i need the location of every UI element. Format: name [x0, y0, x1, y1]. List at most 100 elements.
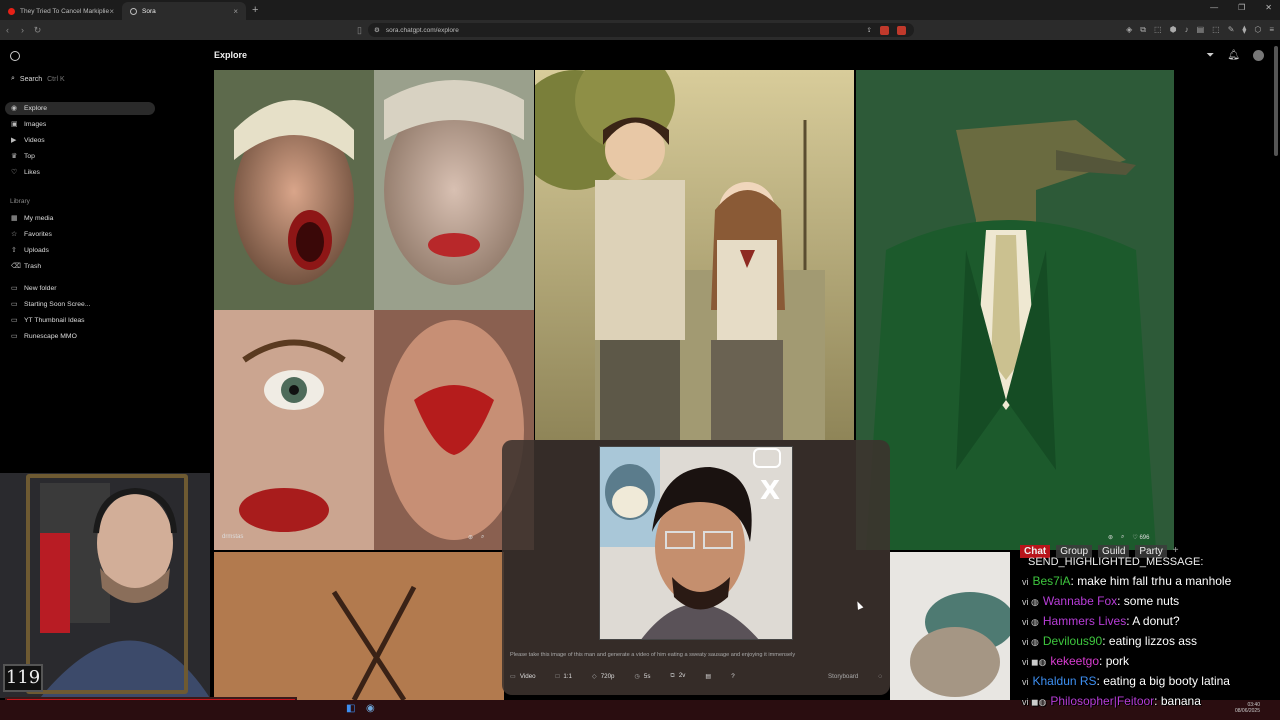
brave-rewards-icon[interactable]	[897, 25, 906, 35]
extension-icon[interactable]: ⧉	[1140, 25, 1146, 35]
sidebar-item-my-media[interactable]: ▦ My media	[5, 212, 155, 225]
extension-icon[interactable]: ⬢	[1170, 25, 1177, 35]
chat-message: vi ◍ Hammers Lives: A donut?	[1022, 614, 1180, 628]
extension-icon[interactable]: ◈	[1126, 25, 1132, 35]
close-window-icon[interactable]: ✕	[1265, 3, 1272, 12]
reload-icon[interactable]: ↻	[30, 25, 45, 36]
sidebar-item-top[interactable]: ♛ Top	[5, 150, 155, 163]
media-tile-faces[interactable]: drmstas ⊛ ⌕	[214, 70, 534, 550]
tab-label: They Tried To Cancel Markiplier... It B	[20, 7, 110, 15]
help-button[interactable]: ?	[731, 673, 734, 680]
chat-prefix-icon: vi	[1022, 577, 1029, 587]
zoom-icon[interactable]: ⌕	[1121, 534, 1124, 541]
chat-username: Wannabe Fox	[1042, 594, 1118, 608]
sidebar-item-uploads[interactable]: ⇧ Uploads	[5, 244, 155, 257]
aspect-selector[interactable]: □ 1:1	[556, 673, 572, 680]
chat-username: Devilous90	[1042, 634, 1103, 648]
extension-icon[interactable]: ✎	[1228, 25, 1235, 35]
sora-logo-icon[interactable]	[10, 51, 20, 61]
new-tab-icon[interactable]: +	[252, 4, 258, 16]
chat-username: kekeetgo	[1050, 654, 1100, 668]
like-button[interactable]: ♡ 696	[1132, 534, 1149, 541]
resolution-selector[interactable]: ◇ 720p	[592, 673, 615, 680]
remix-icon[interactable]: ⊛	[468, 534, 473, 541]
cat-hat-image	[890, 552, 1010, 700]
site-info-icon[interactable]: ⚙	[374, 26, 380, 34]
folder-plus-icon: ▭	[11, 285, 18, 292]
clock-icon: ◷	[634, 672, 640, 680]
zoom-icon[interactable]: ⌕	[481, 534, 484, 541]
sidebar-item-folder[interactable]: ▭ Runescape MMO	[5, 330, 155, 343]
sidebar-item-folder[interactable]: ▭ YT Thumbnail Ideas	[5, 314, 155, 327]
chat-text: A donut?	[1132, 614, 1180, 628]
user-avatar[interactable]	[1253, 50, 1264, 61]
bookmark-icon[interactable]: ▯	[352, 25, 367, 36]
media-tile-cat[interactable]	[890, 552, 1010, 700]
level-badge: 119	[3, 664, 43, 692]
sidebar-item-trash[interactable]: ⌫ Trash	[5, 260, 155, 273]
chat-username: Hammers Lives	[1042, 614, 1127, 628]
close-tab-icon[interactable]: ×	[233, 7, 238, 16]
variations-selector[interactable]: ⧉ 2v	[670, 672, 685, 680]
browser-tab-sora[interactable]: Sora ×	[122, 2, 246, 20]
variations-icon: ⧉	[670, 672, 675, 679]
anime-couple-image	[535, 70, 854, 440]
heart-icon: ♡	[11, 169, 18, 176]
media-tile-crocodile[interactable]: ⊛ ⌕ ♡ 696	[856, 70, 1174, 550]
filter-icon[interactable]: ⏷	[1206, 50, 1214, 61]
tile-author[interactable]: drmstas	[222, 534, 243, 540]
chat-prefix-icon: vi	[1022, 677, 1029, 687]
chat-username: Philosopher|Feitoor	[1050, 694, 1155, 708]
storyboard-button[interactable]: Storyboard	[828, 673, 858, 680]
top-right-actions: ⏷ 🔔︎	[1206, 50, 1264, 61]
folder-icon: ▭	[11, 301, 18, 308]
webcam-frame	[26, 474, 188, 694]
sidebar-item-folder[interactable]: ▭ Starting Soon Scree...	[5, 298, 155, 311]
sidebar-toggle-icon[interactable]: ▤	[1197, 25, 1205, 35]
sidebar-item-new-folder[interactable]: ▭ New folder	[5, 282, 155, 295]
url-field[interactable]: ⚙ sora.chatgpt.com/explore ⇪	[368, 23, 914, 37]
sidebar-item-favorites[interactable]: ☆ Favorites	[5, 228, 155, 241]
search-button[interactable]: ⌕ Search Ctrl K	[11, 75, 65, 83]
forward-icon[interactable]: ›	[15, 25, 30, 35]
media-tile-anime[interactable]	[535, 70, 854, 440]
prompt-text[interactable]: Please take this image of this man and g…	[510, 652, 795, 658]
browser-tab-youtube[interactable]: They Tried To Cancel Markiplier... It B …	[0, 2, 122, 20]
chat-text: banana	[1160, 694, 1201, 708]
taskbar-browser-icon[interactable]: ◉	[366, 703, 375, 714]
remix-icon[interactable]: ⊛	[1108, 534, 1113, 541]
type-selector[interactable]: ▭ Video	[510, 673, 536, 680]
aspect-label: 1:1	[563, 672, 572, 680]
menu-icon[interactable]: ≡	[1269, 25, 1274, 35]
star-icon: ☆	[11, 231, 18, 238]
crocodile-suit-image	[856, 70, 1174, 550]
sidebar-item-videos[interactable]: ▶ Videos	[5, 134, 155, 147]
submit-loading-icon[interactable]: ◌	[878, 673, 882, 680]
sidebar-item-images[interactable]: ▣ Images	[5, 118, 155, 131]
presets-icon[interactable]: ▤	[705, 673, 711, 680]
extension-icon[interactable]: ⬚	[1212, 25, 1220, 35]
taskbar-app-icon[interactable]: ◧	[346, 703, 355, 714]
back-icon[interactable]: ‹	[0, 25, 15, 35]
share-icon[interactable]: ⇪	[867, 26, 872, 35]
page-title: Explore	[214, 50, 248, 60]
maximize-icon[interactable]: ❐	[1238, 3, 1245, 12]
media-tile-chopsticks[interactable]	[214, 552, 504, 700]
video-icon: ▭	[510, 672, 516, 680]
extension-icon[interactable]: ⬚	[1154, 25, 1162, 35]
music-icon[interactable]: ♪	[1185, 25, 1189, 35]
stream-chat: Chat Group Guild Party + SEND_HIGHLIGHTE…	[1000, 545, 1280, 720]
wallet-icon[interactable]: ⬡	[1254, 25, 1261, 35]
compass-icon: ◉	[11, 105, 18, 112]
page-scrollbar[interactable]	[1274, 46, 1278, 156]
brave-shield-icon[interactable]	[880, 25, 889, 35]
chat-prefix-icon: vi ◍	[1022, 637, 1039, 647]
duration-selector[interactable]: ◷ 5s	[634, 673, 650, 680]
tab-label: Sora	[142, 7, 156, 15]
sidebar-item-likes[interactable]: ♡ Likes	[5, 166, 155, 179]
notifications-icon[interactable]: 🔔︎	[1227, 50, 1240, 61]
extension-icon[interactable]: ⧫	[1242, 25, 1246, 35]
sidebar-item-explore[interactable]: ◉ Explore	[5, 102, 155, 115]
minimize-icon[interactable]: —	[1210, 3, 1218, 12]
close-tab-icon[interactable]: ×	[109, 7, 114, 16]
